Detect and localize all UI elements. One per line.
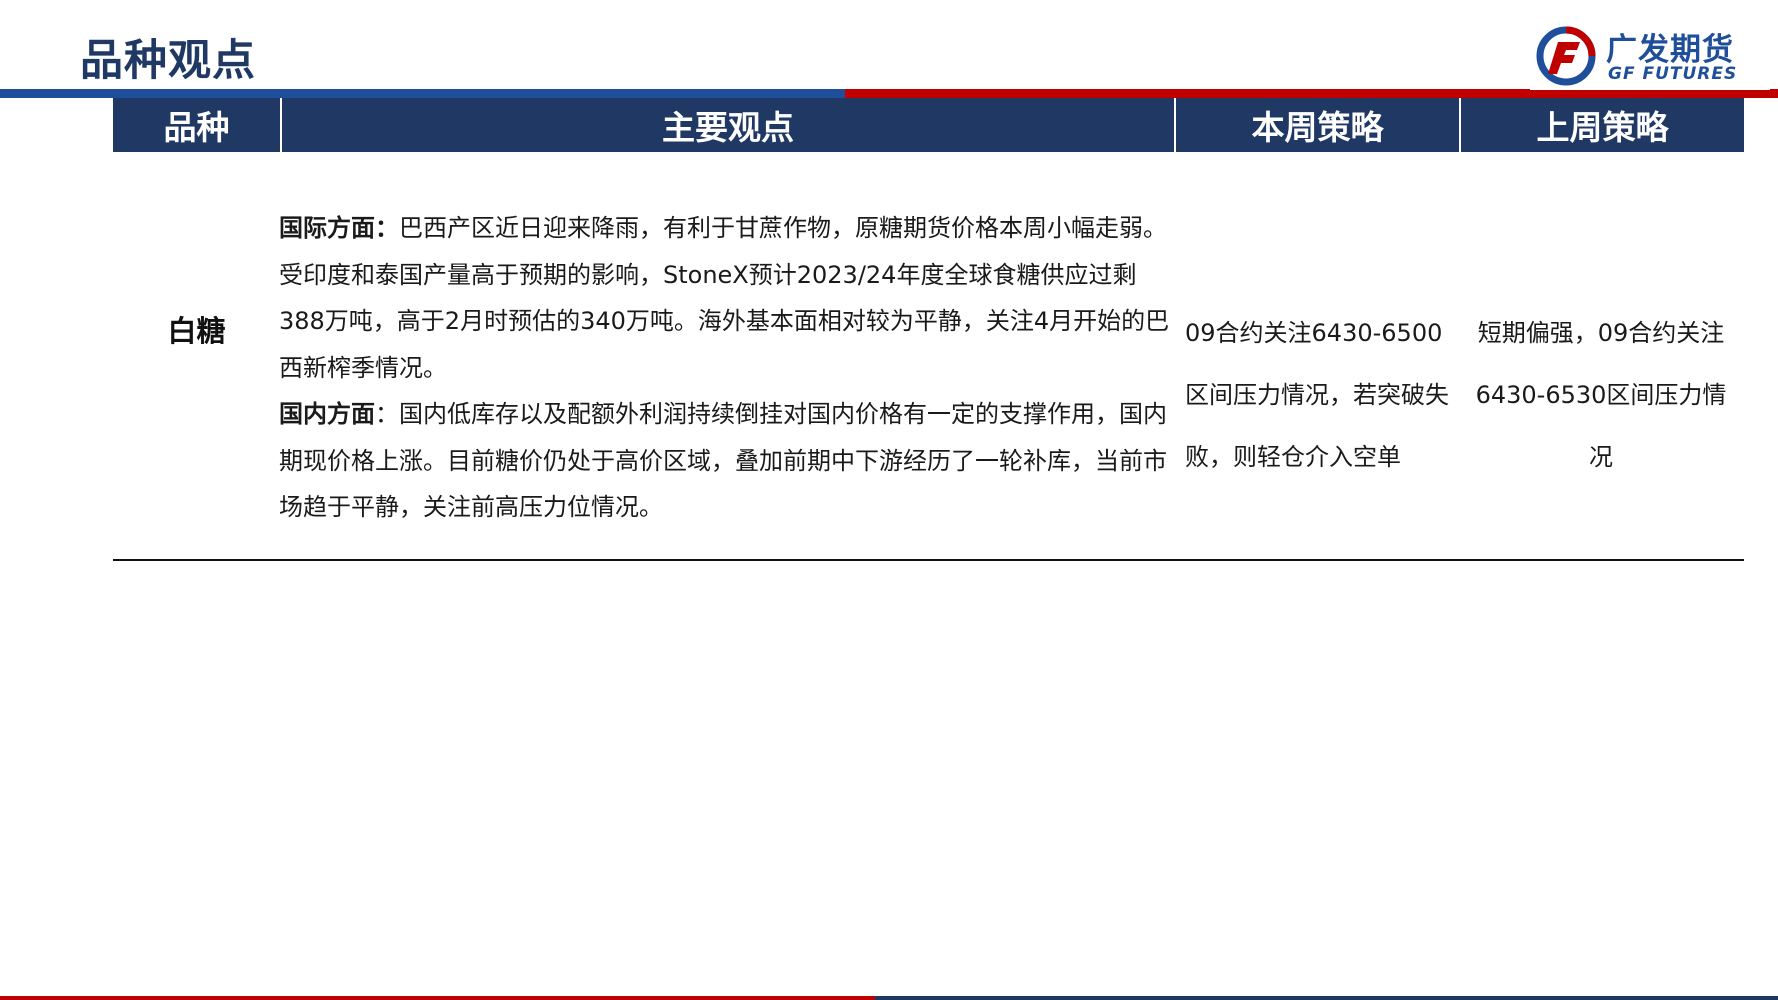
- header-this-week-strategy: 本周策略: [1174, 98, 1459, 152]
- domestic-label: 国内方面: [279, 400, 375, 428]
- footer-bar-red: [0, 996, 875, 1000]
- header-variety: 品种: [163, 108, 230, 147]
- views-international: 国际方面：巴西产区近日迎来降雨，有利于甘蔗作物，原糖期货价格本周小幅走弱。受印度…: [279, 205, 1174, 391]
- cell-last-week-strategy: 短期偏强，09合约关注6430-6530区间压力情况: [1475, 319, 1727, 471]
- brand-logo: 广发期货 GF FUTURES: [1530, 20, 1770, 90]
- row-divider: [113, 559, 1744, 561]
- views-domestic: 国内方面：国内低库存以及配额外利润持续倒挂对国内价格有一定的支撑作用，国内期现价…: [279, 391, 1174, 531]
- brand-name-cn: 广发期货: [1606, 32, 1734, 68]
- brand-name-en: GF FUTURES: [1608, 64, 1738, 84]
- header-last-week-strategy: 上周策略: [1459, 98, 1744, 152]
- table-header: 品种 主要观点 本周策略 上周策略: [113, 98, 1744, 152]
- header-bar-blue: [0, 89, 845, 98]
- header-main-views: 主要观点: [280, 98, 1174, 152]
- international-label: 国际方面：: [279, 214, 399, 242]
- international-text: 巴西产区近日迎来降雨，有利于甘蔗作物，原糖期货价格本周小幅走弱。受印度和泰国产量…: [279, 214, 1170, 382]
- cell-this-week-strategy: 09合约关注6430-6500区间压力情况，若突破失败，则轻仓介入空单: [1185, 319, 1449, 471]
- gf-logo-icon: [1536, 26, 1596, 86]
- header-bar-red: [845, 89, 1778, 98]
- cell-variety: 白糖: [167, 314, 226, 348]
- cell-main-views: 国际方面：巴西产区近日迎来降雨，有利于甘蔗作物，原糖期货价格本周小幅走弱。受印度…: [279, 205, 1174, 531]
- domestic-text: ：国内低库存以及配额外利润持续倒挂对国内价格有一定的支撑作用，国内期现价格上涨。…: [279, 400, 1167, 521]
- footer-bar-navy: [875, 996, 1778, 1000]
- page-title: 品种观点: [80, 36, 256, 86]
